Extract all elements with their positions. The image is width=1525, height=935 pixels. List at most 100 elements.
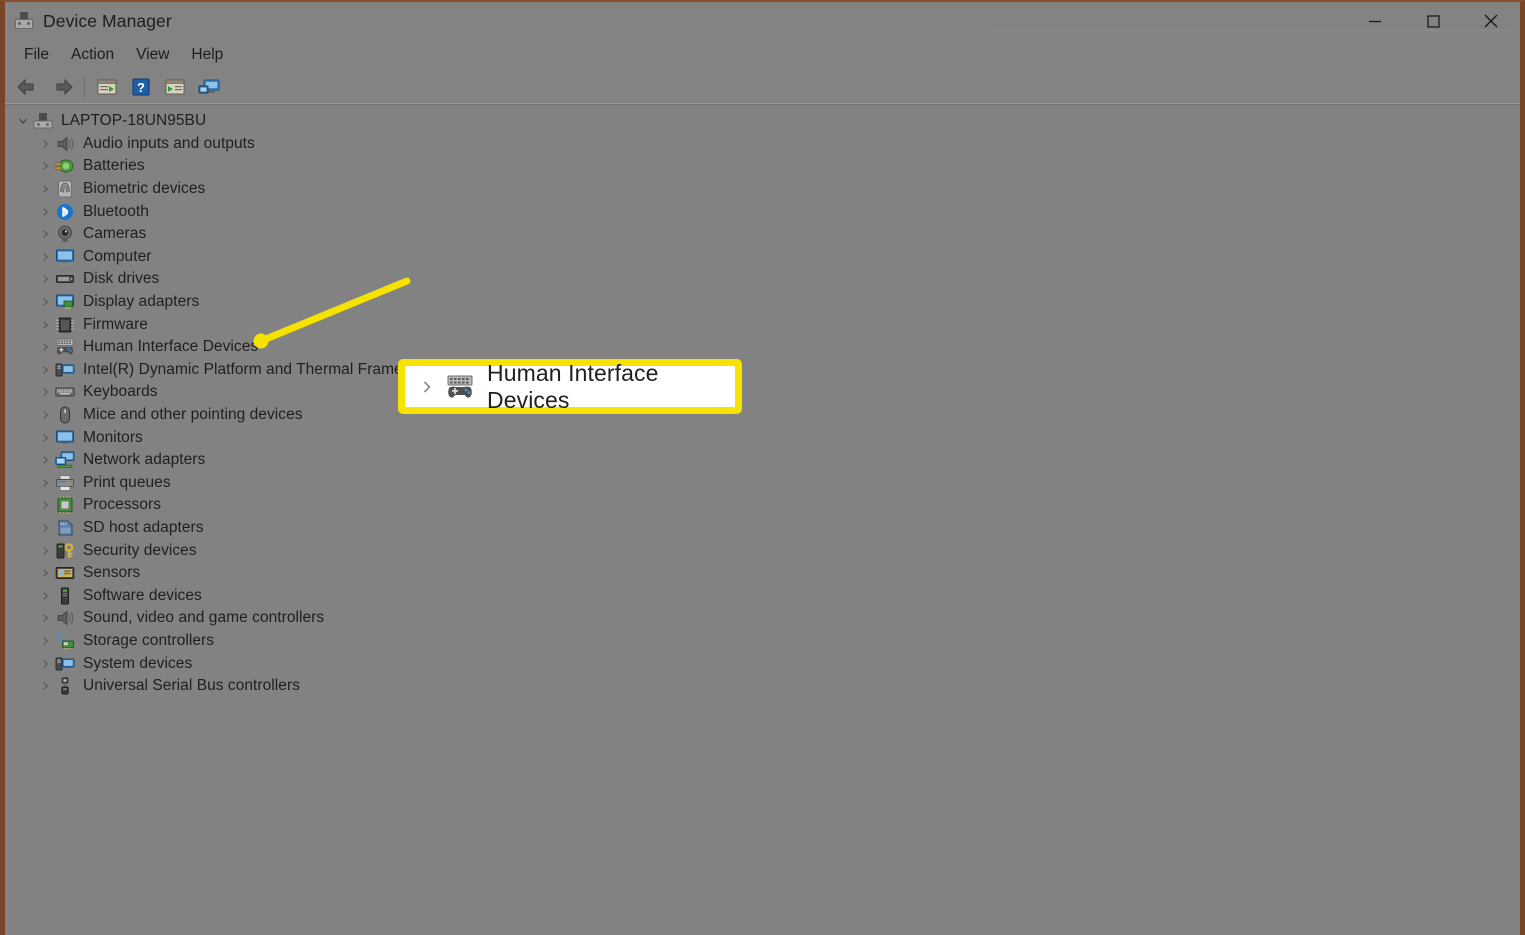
tree-node-label: Security devices bbox=[83, 541, 197, 559]
tree-node[interactable]: Cameras bbox=[5, 223, 1520, 246]
forward-button[interactable] bbox=[45, 73, 79, 101]
maximize-button[interactable] bbox=[1404, 2, 1462, 40]
tree-node[interactable]: Biometric devices bbox=[5, 178, 1520, 201]
tree-node-label: Storage controllers bbox=[83, 631, 215, 649]
chevron-right-icon[interactable] bbox=[37, 478, 53, 488]
tree-node[interactable]: Batteries bbox=[5, 155, 1520, 178]
tree-node[interactable]: Network adapters bbox=[5, 449, 1520, 472]
chevron-right-icon[interactable] bbox=[37, 139, 53, 149]
tree-node[interactable]: Disk drives bbox=[5, 268, 1520, 291]
chevron-right-icon[interactable] bbox=[37, 681, 53, 691]
tree-node[interactable]: Bluetooth bbox=[5, 200, 1520, 223]
chevron-right-icon[interactable] bbox=[37, 659, 53, 669]
chevron-right-icon[interactable] bbox=[419, 380, 435, 394]
chevron-right-icon[interactable] bbox=[37, 546, 53, 556]
tree-node-label: Keyboards bbox=[83, 383, 158, 401]
tree-node[interactable]: Processors bbox=[5, 494, 1520, 517]
software-device-icon bbox=[55, 587, 75, 605]
tree-children: Audio inputs and outputs Batteries Biome… bbox=[5, 133, 1520, 698]
tree-node[interactable]: Computer bbox=[5, 246, 1520, 269]
tree-node-label: SD host adapters bbox=[83, 518, 204, 536]
chevron-right-icon[interactable] bbox=[37, 320, 53, 330]
tree-node[interactable]: Universal Serial Bus controllers bbox=[5, 675, 1520, 698]
hid-gamepad-icon bbox=[55, 338, 75, 356]
tree-node[interactable]: Storage controllers bbox=[5, 630, 1520, 653]
chevron-right-icon[interactable] bbox=[37, 342, 53, 352]
chevron-right-icon[interactable] bbox=[37, 229, 53, 239]
scan-hardware-button[interactable] bbox=[192, 73, 226, 101]
tree-node[interactable]: Sensors bbox=[5, 562, 1520, 585]
menu-view[interactable]: View bbox=[125, 43, 180, 67]
device-manager-window: Device Manager File Action View Help ? L… bbox=[0, 0, 1525, 935]
disk-drive-icon bbox=[55, 270, 75, 288]
tree-node[interactable]: Firmware bbox=[5, 313, 1520, 336]
chevron-right-icon[interactable] bbox=[37, 161, 53, 171]
properties-button[interactable] bbox=[90, 73, 124, 101]
chevron-right-icon[interactable] bbox=[37, 455, 53, 465]
chevron-right-icon[interactable] bbox=[37, 184, 53, 194]
help-button[interactable]: ? bbox=[124, 73, 158, 101]
tree-node-label: Audio inputs and outputs bbox=[83, 134, 255, 152]
update-driver-button[interactable] bbox=[158, 73, 192, 101]
tree-node[interactable]: SD host adapters bbox=[5, 517, 1520, 540]
tree-node[interactable]: Mice and other pointing devices bbox=[5, 404, 1520, 427]
chevron-right-icon[interactable] bbox=[37, 297, 53, 307]
menu-help[interactable]: Help bbox=[180, 43, 234, 67]
minimize-button[interactable] bbox=[1346, 2, 1404, 40]
printer-icon bbox=[55, 474, 75, 492]
tree-node-label: Computer bbox=[83, 247, 152, 265]
tree-node-label: Print queues bbox=[83, 473, 171, 491]
tree-node[interactable]: System devices bbox=[5, 652, 1520, 675]
chevron-right-icon[interactable] bbox=[37, 591, 53, 601]
tree-node[interactable]: Monitors bbox=[5, 426, 1520, 449]
chevron-right-icon[interactable] bbox=[37, 568, 53, 578]
callout-label: Human Interface Devices bbox=[487, 359, 659, 413]
tree-node[interactable]: Intel(R) Dynamic Platform and Thermal Fr… bbox=[5, 359, 1520, 382]
chevron-right-icon[interactable] bbox=[37, 274, 53, 284]
tree-node-root[interactable]: LAPTOP-18UN95BU bbox=[5, 110, 1520, 133]
chevron-right-icon[interactable] bbox=[37, 365, 53, 375]
chevron-right-icon[interactable] bbox=[37, 613, 53, 623]
tree-node-root-label: LAPTOP-18UN95BU bbox=[61, 112, 207, 130]
system-device-icon bbox=[55, 361, 75, 379]
tree-node[interactable]: Print queues bbox=[5, 472, 1520, 495]
chevron-down-icon[interactable] bbox=[15, 116, 31, 126]
monitor-icon bbox=[55, 248, 75, 266]
chevron-right-icon[interactable] bbox=[37, 387, 53, 397]
firmware-chip-icon bbox=[55, 316, 75, 334]
tree-node[interactable]: Security devices bbox=[5, 539, 1520, 562]
security-key-icon bbox=[55, 542, 75, 560]
menu-action[interactable]: Action bbox=[60, 43, 125, 67]
keyboard-icon bbox=[55, 383, 75, 401]
close-button[interactable] bbox=[1462, 2, 1520, 40]
tree-node[interactable]: Keyboards bbox=[5, 381, 1520, 404]
chevron-right-icon[interactable] bbox=[37, 410, 53, 420]
battery-icon bbox=[55, 157, 75, 175]
usb-icon bbox=[55, 677, 75, 695]
tree-node-label: Software devices bbox=[83, 586, 202, 604]
tree-node[interactable]: Sound, video and game controllers bbox=[5, 607, 1520, 630]
svg-text:?: ? bbox=[137, 80, 145, 95]
chevron-right-icon[interactable] bbox=[37, 523, 53, 533]
storage-controller-icon bbox=[55, 632, 75, 650]
tree-node[interactable]: Software devices bbox=[5, 584, 1520, 607]
title-bar: Device Manager bbox=[5, 2, 1520, 40]
hid-gamepad-icon bbox=[445, 374, 475, 400]
mouse-icon bbox=[55, 406, 75, 424]
computer-root-icon bbox=[33, 112, 53, 130]
tree-node[interactable]: Human Interface Devices bbox=[5, 336, 1520, 359]
menu-file[interactable]: File bbox=[13, 43, 60, 67]
tree-node-label: Bluetooth bbox=[83, 202, 149, 220]
back-button[interactable] bbox=[11, 73, 45, 101]
chevron-right-icon[interactable] bbox=[37, 433, 53, 443]
network-adapter-icon bbox=[55, 451, 75, 469]
toolbar-separator bbox=[84, 75, 85, 98]
toolbar: ? bbox=[5, 70, 1520, 104]
tree-node[interactable]: Audio inputs and outputs bbox=[5, 133, 1520, 156]
chevron-right-icon[interactable] bbox=[37, 636, 53, 646]
tree-node-label: Batteries bbox=[83, 157, 145, 175]
chevron-right-icon[interactable] bbox=[37, 207, 53, 217]
tree-node[interactable]: Display adapters bbox=[5, 291, 1520, 314]
chevron-right-icon[interactable] bbox=[37, 500, 53, 510]
chevron-right-icon[interactable] bbox=[37, 252, 53, 262]
